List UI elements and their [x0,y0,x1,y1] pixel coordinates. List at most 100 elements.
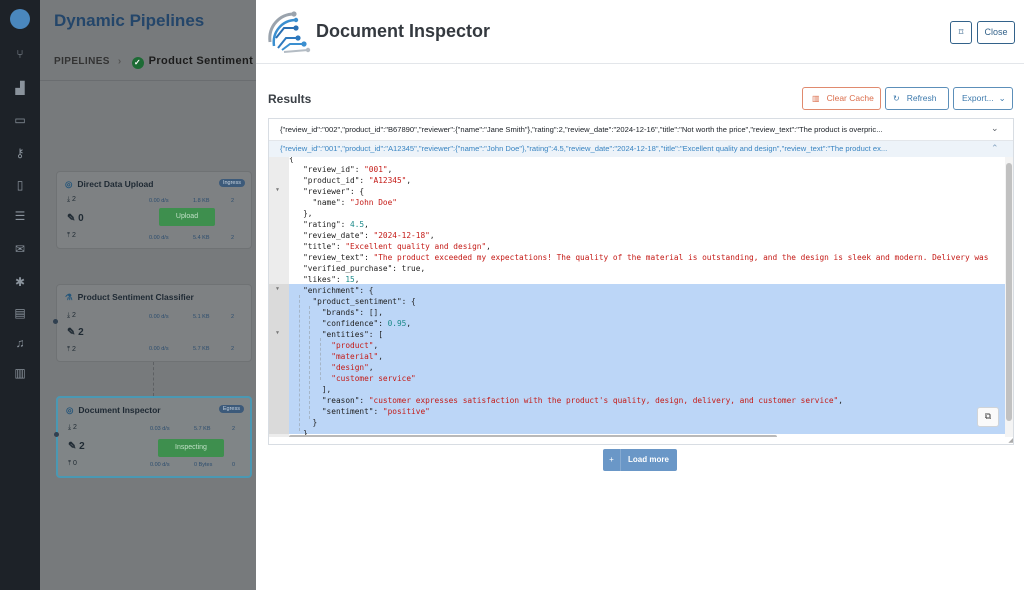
rate-out: 0.00 d/s [149,346,169,352]
size-in: 5.7 KB [194,426,211,432]
json-value: "Excellent quality and design" [345,242,487,251]
panel-header: Document Inspector ⌑ Close [256,0,1024,64]
app-logo-icon[interactable] [10,9,30,29]
json-value: "2024-12-18" [373,231,430,240]
code-line: "product", [331,341,379,350]
code-line: "verified_purchase": true, [289,264,426,273]
expand-button[interactable]: ⌑ [950,21,972,44]
selection-gutter [269,284,289,434]
document-inspector-panel: Document Inspector ⌑ Close Results ▥ Clea… [256,0,1024,590]
json-value: 4.5 [350,220,365,229]
size-in: 5.1 KB [193,314,210,320]
horizontal-scrollbar[interactable] [289,434,1005,437]
code-line: "customer service" [289,373,416,384]
resize-handle-icon[interactable]: ◢ [1008,437,1013,444]
json-viewer[interactable]: ▼ ▼ ▼ { "review_id": "001", "product_id"… [269,157,1013,437]
clear-cache-button[interactable]: ▥ Clear Cache [802,87,881,110]
key-icon[interactable]: ⚷ [12,145,28,161]
inspecting-button[interactable]: Inspecting [158,439,224,457]
result-record-collapsed[interactable]: {"review_id":"002","product_id":"B67890"… [269,119,1013,141]
pipeline-canvas-background: Dynamic Pipelines PIPELINES › ✓ Product Sen… [40,0,256,590]
edit-count: 2 [79,441,85,452]
list-icon[interactable]: ☰ [12,208,28,224]
mail-icon[interactable]: ✉ [12,241,28,257]
code-line: { [289,157,294,163]
pipeline-node-classifier[interactable]: ⚗ Product Sentiment Classifier ⤓ 2 ✎ 2 ⤒ … [53,284,252,362]
archive-icon[interactable]: ▭ [12,112,28,128]
bell-icon[interactable]: ♫ [12,335,28,351]
count-out: 2 [231,235,235,241]
breadcrumb-current: Product Sentiment Class [148,55,256,67]
chevron-right-icon: › [117,56,122,67]
document-icon[interactable]: ▥ [12,365,28,381]
json-value: "positive" [382,407,430,416]
load-more-button[interactable]: + Load more [603,449,677,471]
json-value: 0.95 [387,319,407,328]
count-in: 2 [231,314,235,320]
fold-toggle-icon[interactable]: ▼ [276,286,279,292]
pipeline-node-inspector[interactable]: ◎ Document Inspector Egress ⤓ 2 ✎ 2 ⤒ 0 0… [54,396,252,478]
branch-icon[interactable]: ⑂ [12,46,28,62]
upload-icon: ◎ [65,179,73,189]
fold-toggle-icon[interactable]: ▼ [276,187,279,193]
copy-icon[interactable]: ⧉ [977,407,999,427]
card-icon[interactable]: ▤ [12,305,28,321]
puzzle-icon[interactable]: ✱ [12,274,28,290]
panel-title: Document Inspector [316,21,491,41]
chevron-down-icon: ⌄ [998,93,1006,103]
clear-cache-label: Clear Cache [826,93,874,103]
json-value: "customer service" [331,374,416,383]
results-title: Results [268,92,312,106]
edit-icon: ✎ [67,213,79,224]
record-summary: {"review_id":"001","product_id":"A12345"… [280,144,888,153]
code-line: "brands": [], [289,308,383,317]
code-line: "material", [331,352,383,361]
book-icon[interactable]: ▯ [12,177,28,193]
chart-icon[interactable]: ▟ [12,80,28,96]
node-badge: Egress [218,405,244,413]
app-title: Dynamic Pipelines [54,11,205,30]
connector-line [153,362,154,396]
code-line: ], [289,385,332,394]
in-count: 2 [72,312,76,319]
json-value: "customer expresses satisfaction with th… [368,396,839,405]
code-line: "likes": 15, [289,275,360,284]
json-value: "A12345" [368,176,407,185]
refresh-label: Refresh [906,93,937,103]
pipeline-node-upload[interactable]: ◎ Direct Data Upload Ingress ⤓ 2 ✎ 0 ⤒ 2 … [56,171,252,249]
result-record-expanded[interactable]: {"review_id":"001","product_id":"A12345"… [269,141,1013,157]
breadcrumb-root[interactable]: PIPELINES [54,56,110,67]
scrollbar-thumb[interactable] [289,435,777,437]
refresh-button[interactable]: ↻ Refresh [885,87,949,110]
json-value: "John Doe" [350,198,397,207]
code-line: "review_date": "2024-12-18", [289,231,435,240]
connector-dot[interactable] [54,432,59,437]
rate-out: 0.00 d/s [150,462,170,468]
node-badge: Ingress [218,179,245,187]
rate-in: 0.03 d/s [150,426,170,432]
edit-icon: ✎ [67,327,79,338]
close-button[interactable]: Close [977,21,1015,44]
scrollbar-thumb[interactable] [1006,163,1012,421]
upload-button[interactable]: Upload [159,208,215,226]
size-out: 5.7 KB [193,346,210,352]
in-count: 2 [73,424,77,431]
count-in: 2 [232,426,236,432]
code-line: } [289,418,318,427]
fold-toggle-icon[interactable]: ▼ [276,330,279,336]
connector-dot[interactable] [53,319,58,324]
json-value: "The product exceeded my expectations! T… [373,253,989,262]
in-count: 2 [72,196,76,203]
code-line: "reason": "customer expresses satisfacti… [289,396,843,405]
chevron-down-icon[interactable]: ⌄ [991,123,999,134]
out-count: 2 [72,232,76,239]
code-line: "review_id": "001", [289,165,393,174]
vertical-scrollbar[interactable] [1005,157,1013,437]
out-count: 2 [72,346,76,353]
record-summary: {"review_id":"002","product_id":"B67890"… [280,125,883,134]
code-line: "entities": [ [289,330,383,339]
chevron-up-icon[interactable]: ⌃ [991,143,999,154]
code-line: "name": "John Doe" [289,198,397,207]
export-dropdown-button[interactable]: Export... ⌄ [953,87,1013,110]
json-value: 15 [345,275,355,284]
